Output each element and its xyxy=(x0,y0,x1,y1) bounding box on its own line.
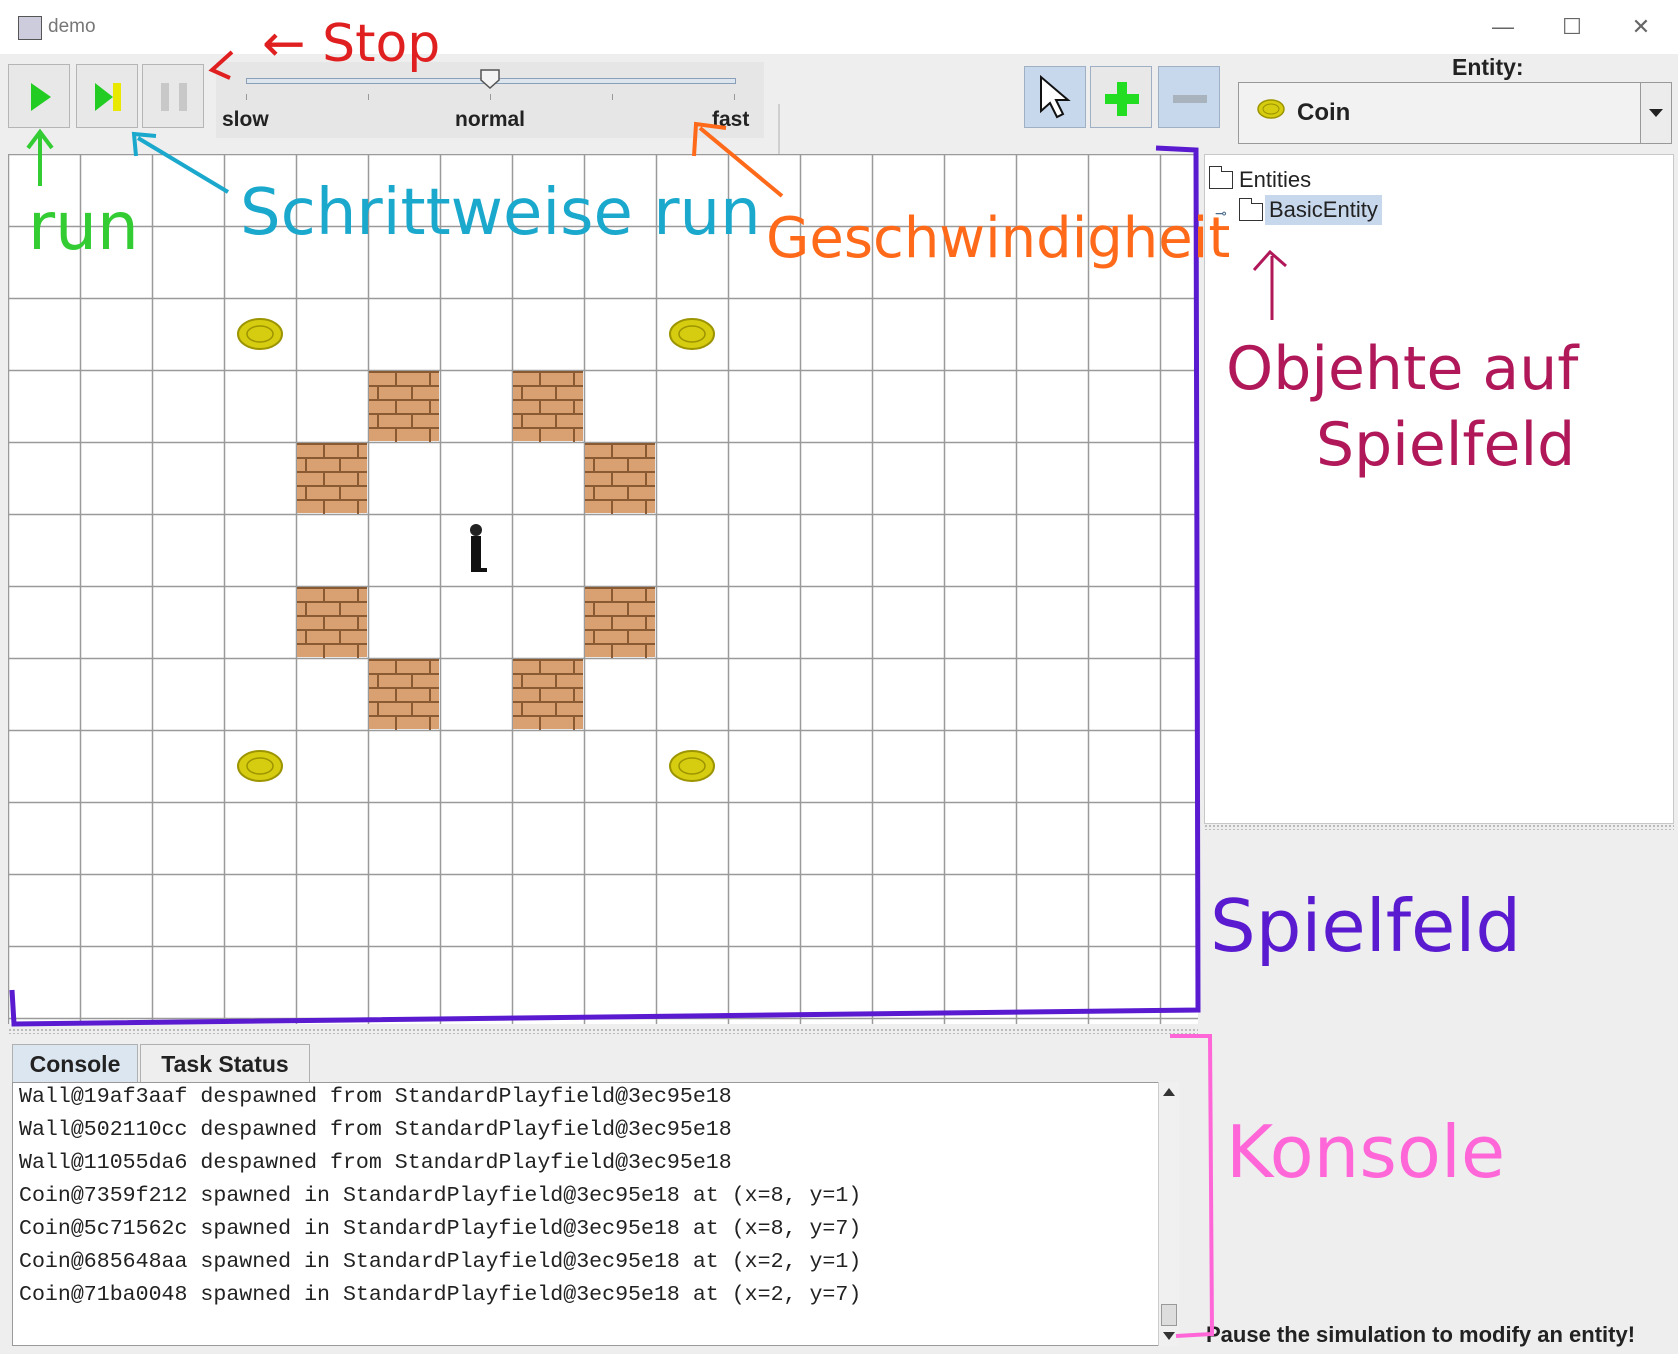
splitter-handle[interactable] xyxy=(8,1028,1198,1034)
coin-icon xyxy=(669,318,715,350)
coin-icon xyxy=(669,750,715,782)
window-title: demo xyxy=(48,16,96,37)
scroll-thumb[interactable] xyxy=(1161,1304,1177,1326)
player-body xyxy=(471,536,481,570)
playfield-grid[interactable] xyxy=(8,154,1198,1024)
playfield[interactable] xyxy=(8,154,1198,1024)
console-line: Coin@71ba0048 spawned in StandardPlayfie… xyxy=(19,1283,862,1307)
title-bar: demo — ☐ ✕ xyxy=(0,0,1678,54)
minimize-icon: — xyxy=(1492,14,1514,39)
console-line: Coin@7359f212 spawned in StandardPlayfie… xyxy=(19,1184,862,1208)
entity-select[interactable]: Coin xyxy=(1238,82,1672,144)
speed-tick xyxy=(368,94,369,100)
console-scrollbar[interactable] xyxy=(1158,1082,1179,1346)
coin-icon xyxy=(1257,99,1285,119)
player-feet xyxy=(471,568,487,572)
console-output[interactable]: Wall@19af3aaf despawned from StandardPla… xyxy=(12,1082,1178,1346)
tab-console[interactable]: Console xyxy=(12,1044,138,1082)
coin-icon xyxy=(237,318,283,350)
speed-tick xyxy=(490,94,491,100)
cursor-arrow-icon xyxy=(1040,74,1071,119)
console-line: Coin@685648aa spawned in StandardPlayfie… xyxy=(19,1250,862,1274)
run-button[interactable] xyxy=(8,64,70,128)
minus-icon xyxy=(1173,95,1207,103)
speed-tick xyxy=(612,94,613,100)
console-panel: Console Task Status Wall@19af3aaf despaw… xyxy=(8,1040,1198,1350)
wall-tile[interactable] xyxy=(585,443,655,514)
scroll-down-icon[interactable] xyxy=(1163,1332,1175,1340)
tree-handle-icon: ⊸ xyxy=(1215,205,1227,221)
tab-task-status[interactable]: Task Status xyxy=(140,1044,310,1082)
pause-button[interactable] xyxy=(142,64,204,128)
select-tool-button[interactable] xyxy=(1024,66,1086,128)
tab-label: Console xyxy=(29,1051,121,1077)
app-window: demo — ☐ ✕ slow normal fast Entity: Coin… xyxy=(0,0,1678,1354)
speed-label-fast: fast xyxy=(712,108,750,131)
tree-node-label: BasicEntity xyxy=(1265,195,1382,225)
maximize-icon: ☐ xyxy=(1562,14,1582,39)
entity-label: Entity: xyxy=(1452,54,1524,80)
maximize-button[interactable]: ☐ xyxy=(1555,10,1589,44)
step-button[interactable] xyxy=(76,64,138,128)
status-hint: Pause the simulation to modify an entity… xyxy=(1206,1322,1636,1347)
pause-icon xyxy=(161,83,169,111)
speed-slider-thumb[interactable] xyxy=(479,68,501,90)
close-button[interactable]: ✕ xyxy=(1624,10,1658,44)
wall-tile[interactable] xyxy=(369,659,439,730)
tree-node-label: Entities xyxy=(1239,167,1312,192)
console-line: Wall@19af3aaf despawned from StandardPla… xyxy=(19,1085,732,1109)
wall-tile[interactable] xyxy=(513,659,583,730)
entity-select-value: Coin xyxy=(1297,99,1351,126)
speed-tick xyxy=(734,94,735,100)
minimize-button[interactable]: — xyxy=(1486,10,1520,44)
step-icon xyxy=(95,83,113,111)
entity-properties-panel xyxy=(1204,830,1674,1354)
coin-icon xyxy=(237,750,283,782)
speed-label-normal: normal xyxy=(455,108,526,131)
wall-tile[interactable] xyxy=(297,587,367,658)
app-icon xyxy=(18,16,42,40)
pause-icon-right xyxy=(179,83,187,111)
tab-label: Task Status xyxy=(161,1051,289,1077)
close-icon: ✕ xyxy=(1631,14,1651,39)
console-line: Wall@502110cc despawned from StandardPla… xyxy=(19,1118,732,1142)
step-bar-icon xyxy=(113,83,121,111)
scroll-up-icon[interactable] xyxy=(1163,1088,1175,1096)
remove-tool-button[interactable] xyxy=(1158,66,1220,128)
plus-icon-vertical xyxy=(1117,82,1127,116)
console-line: Wall@11055da6 despawned from StandardPla… xyxy=(19,1151,732,1175)
player-icon xyxy=(470,524,482,536)
chevron-down-icon[interactable] xyxy=(1640,83,1671,143)
console-line: Coin@5c71562c spawned in StandardPlayfie… xyxy=(19,1217,862,1241)
wall-tile[interactable] xyxy=(513,371,583,442)
folder-icon xyxy=(1208,166,1233,189)
folder-icon xyxy=(1238,198,1263,221)
wall-tile[interactable] xyxy=(585,587,655,658)
add-tool-button[interactable] xyxy=(1090,66,1152,128)
wall-tile[interactable] xyxy=(297,443,367,514)
wall-tile[interactable] xyxy=(369,371,439,442)
speed-label-slow: slow xyxy=(222,108,269,131)
speed-slider[interactable]: slow normal fast xyxy=(216,62,764,138)
play-icon xyxy=(31,83,51,111)
speed-tick xyxy=(246,94,247,100)
entity-tree[interactable]: Entities ⊸ BasicEntity xyxy=(1204,154,1674,824)
